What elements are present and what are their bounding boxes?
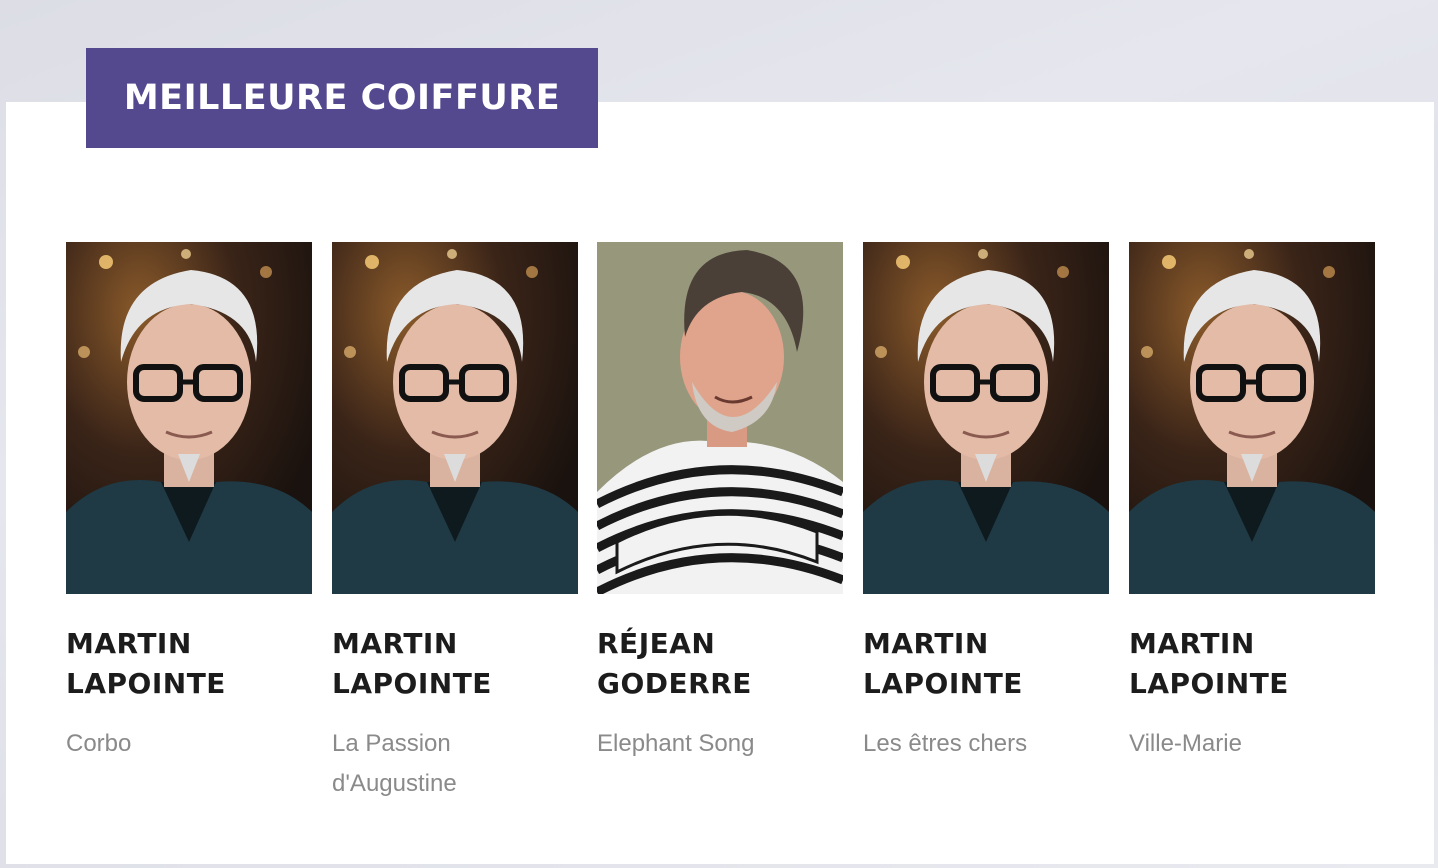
nominee-card[interactable]: MARTIN LAPOINTE Les êtres chers xyxy=(863,242,1109,764)
nominee-film: Les êtres chers xyxy=(863,730,1028,757)
nominee-photo[interactable] xyxy=(66,242,312,594)
nominee-film: La Passion d'Augustine xyxy=(332,730,457,797)
nominee-name[interactable]: RÉJEAN GODERRE xyxy=(597,624,797,704)
nominee-name[interactable]: MARTIN LAPOINTE xyxy=(66,624,266,704)
nominee-photo[interactable] xyxy=(863,242,1109,594)
nominee-film: Corbo xyxy=(66,730,132,757)
nominee-film: Elephant Song xyxy=(597,730,755,757)
nominee-photo[interactable] xyxy=(1129,242,1375,594)
nominee-card[interactable]: MARTIN LAPOINTE La Passion d'Augustine xyxy=(332,242,578,804)
nominee-photo[interactable] xyxy=(332,242,578,594)
nominee-card[interactable]: MARTIN LAPOINTE Ville-Marie xyxy=(1129,242,1375,764)
nominee-photo[interactable] xyxy=(597,242,843,594)
portrait-photo-icon xyxy=(597,242,843,594)
nominee-film: Ville-Marie xyxy=(1129,730,1242,757)
portrait-photo-icon xyxy=(66,242,312,594)
nominee-card[interactable]: MARTIN LAPOINTE Corbo xyxy=(66,242,312,764)
portrait-photo-icon xyxy=(332,242,578,594)
nominee-name[interactable]: MARTIN LAPOINTE xyxy=(1129,624,1329,704)
nominee-name[interactable]: MARTIN LAPOINTE xyxy=(863,624,1063,704)
category-title: MEILLEURE COIFFURE xyxy=(86,48,598,148)
nominee-name[interactable]: MARTIN LAPOINTE xyxy=(332,624,532,704)
nominee-card[interactable]: RÉJEAN GODERRE Elephant Song xyxy=(597,242,843,764)
portrait-photo-icon xyxy=(1129,242,1375,594)
portrait-photo-icon xyxy=(863,242,1109,594)
